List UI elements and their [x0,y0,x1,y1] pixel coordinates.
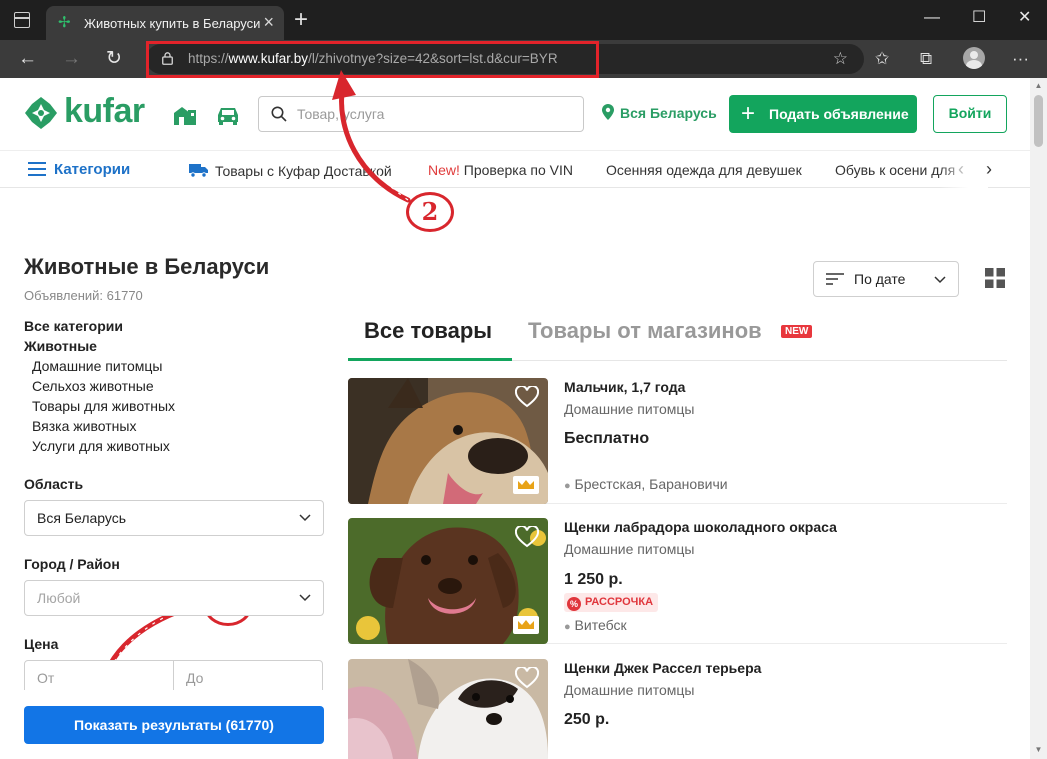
side-cat-farm[interactable]: Сельхоз животные [32,378,154,394]
listing-category: Домашние питомцы [564,401,695,417]
percent-icon: % [567,597,581,611]
city-select[interactable]: Любой [24,580,324,616]
chevron-down-icon [934,276,946,284]
listing-price: 250 р. [564,711,610,728]
listing-item[interactable]: Щенки Джек Рассел терьера Домашние питом… [348,659,1007,759]
side-cat-services[interactable]: Услуги для животных [32,438,170,454]
chevron-down-icon [299,594,311,602]
side-cat-mating[interactable]: Вязка животных [32,418,136,434]
region-select-value: Вся Беларусь [37,510,127,526]
listing-title[interactable]: Щенки лабрадора шоколадного окраса [564,519,837,535]
listing-location: ● Витебск [564,617,627,633]
sort-label: По дате [854,271,906,287]
sort-select[interactable]: По дате [813,261,959,297]
scrollbar-thumb[interactable] [1034,95,1043,147]
tab-shop-goods[interactable]: Товары от магазинов [528,318,762,344]
ads-count: Объявлений: 61770 [24,288,143,303]
listing-title[interactable]: Щенки Джек Рассел терьера [564,660,761,676]
location-pin-icon: ● [564,621,571,633]
city-select-placeholder: Любой [37,590,81,606]
listing-item[interactable]: Щенки лабрадора шоколадного окраса Домаш… [348,518,1007,644]
listing-price: Бесплатно [564,430,650,447]
price-field-label: Цена [24,636,59,652]
crown-icon [518,620,534,629]
new-badge: NEW [781,325,813,338]
page-title: Животные в Беларуси [24,254,270,279]
listing-location: ● Брестская, Барановичи [564,476,728,492]
listing-title[interactable]: Мальчик, 1,7 года [564,379,685,395]
side-cat-animals[interactable]: Животные [24,338,97,354]
annotation-2: 2 [406,192,454,232]
tab-all-goods[interactable]: Все товары [364,318,492,344]
side-cat-pets[interactable]: Домашние питомцы [32,358,162,374]
location-pin-icon: ● [564,480,571,492]
side-cat-all[interactable]: Все категории [24,318,123,334]
side-cat-goods[interactable]: Товары для животных [32,398,175,414]
grid-view-icon[interactable] [985,268,1005,288]
listing-item[interactable]: Мальчик, 1,7 года Домашние питомцы Беспл… [348,378,1007,504]
sort-icon [826,273,844,285]
listing-price: 1 250 р. [564,571,623,588]
chevron-down-icon [299,514,311,522]
listing-category: Домашние питомцы [564,541,695,557]
active-tab-underline [348,358,512,361]
favorite-heart-icon[interactable] [515,526,539,548]
show-results-button[interactable]: Показать результаты (61770) [24,706,324,744]
page-scrollbar[interactable] [1030,78,1047,759]
scroll-up-arrow-icon[interactable]: ▲ [1034,81,1043,91]
favorite-heart-icon[interactable] [515,667,539,689]
listing-category: Домашние питомцы [564,682,695,698]
region-select[interactable]: Вся Беларусь [24,500,324,536]
crown-icon [518,480,534,489]
crown-badge [513,476,539,494]
favorite-heart-icon[interactable] [515,386,539,408]
sidebar-fade [24,690,324,706]
region-field-label: Область [24,476,84,492]
city-field-label: Город / Район [24,556,120,572]
crown-badge [513,616,539,634]
installment-badge: % РАССРОЧКА [564,593,659,612]
scroll-down-arrow-icon[interactable]: ▼ [1034,745,1043,755]
